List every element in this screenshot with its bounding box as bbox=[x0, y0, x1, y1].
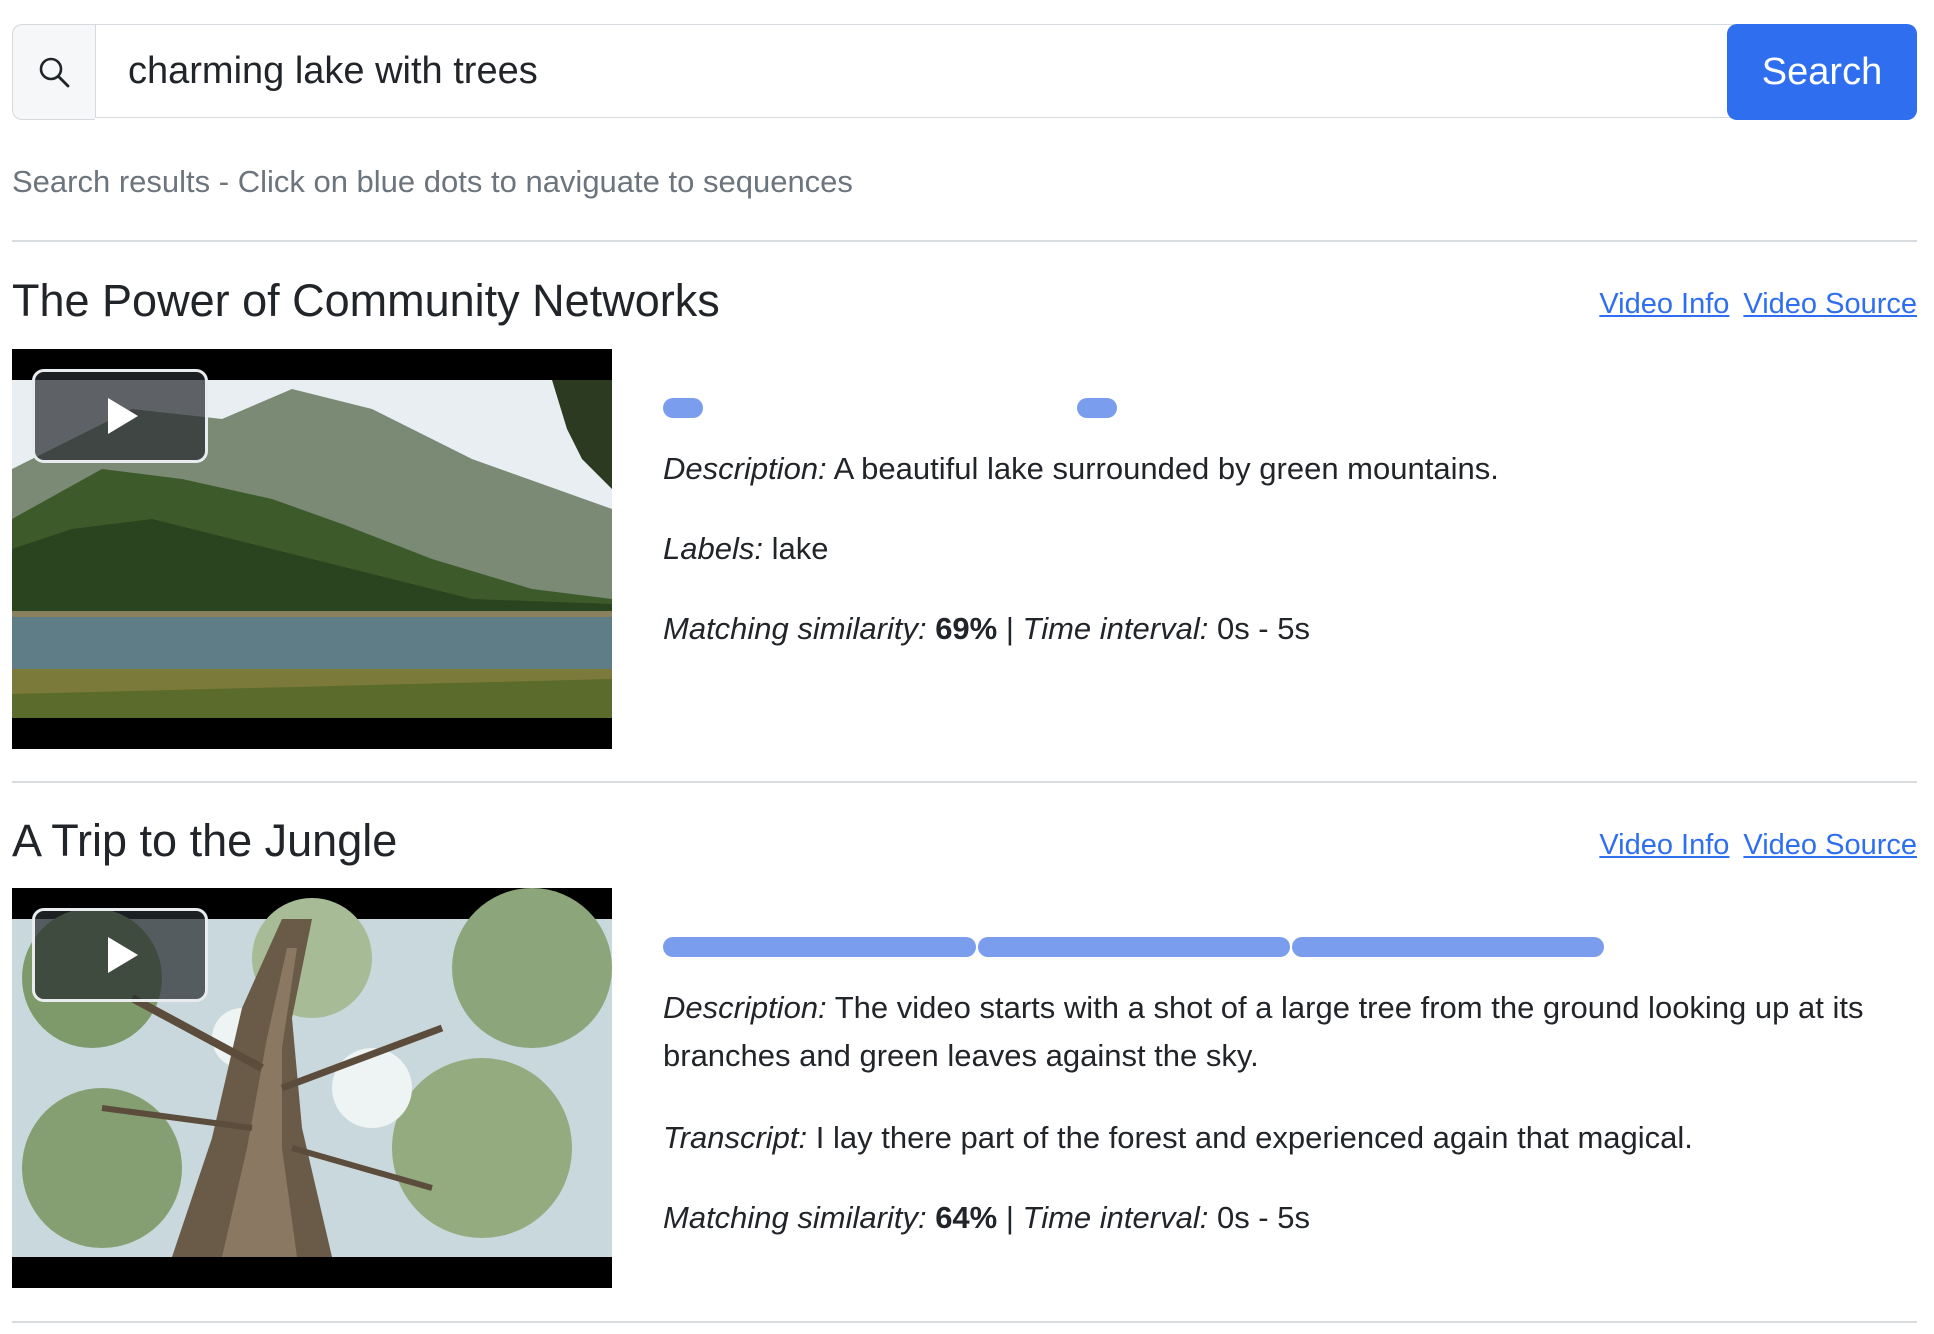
interval-value: 0s - 5s bbox=[1216, 1200, 1310, 1235]
video-info-link[interactable]: Video Info bbox=[1599, 829, 1729, 861]
divider bbox=[12, 1321, 1917, 1323]
divider bbox=[12, 240, 1917, 242]
similarity-value: 64% bbox=[935, 1200, 998, 1235]
similarity-label: Matching similarity: bbox=[663, 1200, 927, 1235]
transcript-label: Transcript: bbox=[663, 1120, 808, 1155]
sequence-dot[interactable] bbox=[1292, 937, 1604, 957]
sequence-timeline bbox=[663, 937, 1604, 957]
search-button[interactable]: Search bbox=[1727, 24, 1917, 120]
similarity-value: 69% bbox=[935, 611, 998, 646]
video-title: The Power of Community Networks bbox=[12, 275, 720, 326]
transcript-row: Transcript: I lay there part of the fore… bbox=[663, 1114, 1913, 1162]
description-label: Description: bbox=[663, 990, 827, 1025]
description-text: A beautiful lake surrounded by green mou… bbox=[833, 451, 1499, 486]
play-button[interactable] bbox=[32, 908, 208, 1002]
play-icon bbox=[108, 937, 138, 973]
search-input[interactable] bbox=[95, 24, 1737, 118]
labels-row: Labels: lake bbox=[663, 525, 1913, 573]
video-player[interactable] bbox=[12, 349, 612, 749]
description-row: Description: A beautiful lake surrounded… bbox=[663, 445, 1913, 493]
search-bar: Search bbox=[12, 24, 1917, 120]
interval-label: Time interval: bbox=[1022, 1200, 1209, 1235]
separator: | bbox=[1005, 611, 1014, 646]
results-hint: Search results - Click on blue dots to n… bbox=[12, 164, 853, 199]
description-label: Description: bbox=[663, 451, 827, 486]
sequence-dot[interactable] bbox=[663, 937, 976, 957]
video-source-link[interactable]: Video Source bbox=[1743, 829, 1917, 861]
similarity-row: Matching similarity: 69% | Time interval… bbox=[663, 605, 1913, 653]
result-links: Video Info Video Source bbox=[1585, 288, 1917, 321]
sequence-dot[interactable] bbox=[978, 937, 1290, 957]
play-icon bbox=[108, 398, 138, 434]
video-info-link[interactable]: Video Info bbox=[1599, 288, 1729, 320]
sequence-dot[interactable] bbox=[663, 398, 703, 418]
description-row: Description: The video starts with a sho… bbox=[663, 984, 1913, 1080]
sequence-dot[interactable] bbox=[1077, 398, 1117, 418]
interval-value: 0s - 5s bbox=[1216, 611, 1310, 646]
separator: | bbox=[1005, 1200, 1014, 1235]
labels-label: Labels: bbox=[663, 531, 763, 566]
description-text: The video starts with a shot of a large … bbox=[663, 990, 1864, 1073]
video-player[interactable] bbox=[12, 888, 612, 1288]
interval-label: Time interval: bbox=[1022, 611, 1209, 646]
video-title: A Trip to the Jungle bbox=[12, 815, 398, 866]
similarity-row: Matching similarity: 64% | Time interval… bbox=[663, 1194, 1913, 1242]
result-links: Video Info Video Source bbox=[1585, 829, 1917, 862]
video-source-link[interactable]: Video Source bbox=[1743, 288, 1917, 320]
similarity-label: Matching similarity: bbox=[663, 611, 927, 646]
sequence-timeline bbox=[663, 398, 1603, 418]
divider bbox=[12, 781, 1917, 783]
search-icon bbox=[39, 57, 70, 88]
play-button[interactable] bbox=[32, 369, 208, 463]
search-icon-box bbox=[12, 24, 95, 120]
labels-value: lake bbox=[771, 531, 829, 566]
transcript-text: I lay there part of the forest and exper… bbox=[815, 1120, 1693, 1155]
